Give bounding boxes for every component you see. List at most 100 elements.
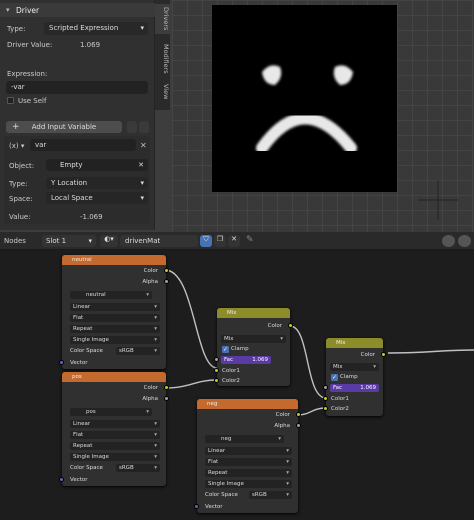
space-select[interactable]: Local Space ▾ <box>46 192 148 204</box>
output-color-label: Color <box>267 323 282 329</box>
chevron-down-icon: ▾ <box>6 6 10 14</box>
object-field[interactable]: Empty ✕ <box>46 159 148 171</box>
output-alpha-socket[interactable] <box>296 423 301 428</box>
node-pos[interactable]: pos Color Alpha pos Linear Flat Repeat S… <box>59 372 169 486</box>
var-type-select[interactable]: Y Location ▾ <box>46 177 148 189</box>
node-neg[interactable]: neg Color Alpha neg Linear Flat Repeat S… <box>194 399 301 513</box>
output-color-socket[interactable] <box>296 412 301 417</box>
output-alpha-socket[interactable] <box>164 279 169 284</box>
fac-field[interactable]: Fac 1.069 <box>330 384 379 392</box>
close-icon[interactable]: ✕ <box>138 159 144 171</box>
input-vector-socket[interactable] <box>194 504 199 509</box>
clamp-checkbox[interactable]: ✓ <box>222 346 229 353</box>
node-neutral[interactable]: neutral Color Alpha neutral Linear Flat … <box>59 255 169 369</box>
interpolation-select[interactable]: Linear <box>205 447 292 455</box>
output-color-label: Color <box>143 385 158 391</box>
variable-type-icon[interactable]: (x) ▾ <box>9 142 24 150</box>
pin-icon[interactable]: ✎ <box>246 235 254 245</box>
copy-vars-button[interactable] <box>127 121 137 133</box>
color-space-select[interactable]: sRGB <box>116 347 160 355</box>
color-space-label: Color Space <box>70 465 103 471</box>
output-color-label: Color <box>143 268 158 274</box>
output-alpha-label: Alpha <box>274 423 290 429</box>
fac-value: 1.069 <box>252 357 268 363</box>
node-header[interactable]: neutral <box>62 255 166 265</box>
output-color-socket[interactable] <box>164 385 169 390</box>
shading-icon[interactable] <box>458 235 471 247</box>
projection-select[interactable]: Flat <box>70 431 160 439</box>
image-select[interactable]: neg <box>205 435 284 443</box>
input-vector-label: Vector <box>205 504 223 510</box>
color2-label: Color2 <box>331 406 349 412</box>
material-name-input[interactable]: drivenMat <box>120 235 198 247</box>
output-alpha-socket[interactable] <box>164 396 169 401</box>
source-select[interactable]: Single Image <box>70 336 160 344</box>
chevron-down-icon: ▾ <box>88 237 92 245</box>
add-input-variable-button[interactable]: + Add Input Variable <box>6 121 122 133</box>
paste-vars-button[interactable] <box>139 121 149 133</box>
color-space-select[interactable]: sRGB <box>116 464 160 472</box>
shield-icon[interactable]: ⛉ <box>200 235 212 247</box>
projection-select[interactable]: Flat <box>205 458 292 466</box>
input-color2-socket[interactable] <box>214 378 219 383</box>
link-neutral-mix1 <box>164 269 218 369</box>
input-fac-socket[interactable] <box>214 357 219 362</box>
input-color1-socket[interactable] <box>214 368 219 373</box>
tab-modifiers[interactable]: Modifiers <box>155 40 170 78</box>
fac-label: Fac <box>333 385 343 391</box>
output-color-socket[interactable] <box>381 352 386 357</box>
overlay-icon[interactable] <box>442 235 455 247</box>
slot-select[interactable]: Slot 1 ▾ <box>42 235 96 247</box>
color-space-label: Color Space <box>205 492 238 498</box>
tab-drivers[interactable]: Drivers <box>155 4 170 34</box>
input-color1-socket[interactable] <box>323 396 328 401</box>
material-browse-button[interactable]: ◐▾ <box>100 235 118 247</box>
extension-select[interactable]: Repeat <box>205 469 292 477</box>
projection-select[interactable]: Flat <box>70 314 160 322</box>
image-select[interactable]: neutral <box>70 291 152 299</box>
blend-mode-select[interactable]: Mix <box>221 335 286 343</box>
source-select[interactable]: Single Image <box>205 480 292 488</box>
close-icon[interactable]: ✕ <box>228 235 240 247</box>
use-self-checkbox[interactable] <box>7 97 14 104</box>
extension-select[interactable]: Repeat <box>70 442 160 450</box>
node-mix-2[interactable]: Mix Color Mix ✓ Clamp Fac 1.069 Color1 Co… <box>323 338 386 416</box>
node-header[interactable]: Mix <box>217 308 290 318</box>
blend-mode-select[interactable]: Mix <box>330 363 379 371</box>
color2-label: Color2 <box>222 378 240 384</box>
copy-icon[interactable]: ❐ <box>214 235 226 247</box>
extension-select[interactable]: Repeat <box>70 325 160 333</box>
driver-header[interactable]: ▾ Driver <box>0 3 155 17</box>
node-mix-1[interactable]: Mix Color Mix ✓ Clamp Fac 1.069 Color1 Co… <box>214 308 293 386</box>
source-select[interactable]: Single Image <box>70 453 160 461</box>
tab-view[interactable]: View <box>155 82 170 102</box>
image-select[interactable]: pos <box>70 408 152 416</box>
color-space-select[interactable]: sRGB <box>249 491 292 499</box>
input-fac-socket[interactable] <box>323 385 328 390</box>
input-vector-socket[interactable] <box>59 477 64 482</box>
face-preview <box>212 5 397 192</box>
use-self-label: Use Self <box>18 97 47 105</box>
type-label: Type: <box>7 25 26 33</box>
node-header[interactable]: Mix <box>326 338 383 348</box>
nodes-menu[interactable]: Nodes <box>4 237 26 245</box>
node-header[interactable]: pos <box>62 372 166 382</box>
type-select-value: Scripted Expression <box>49 24 119 32</box>
node-editor[interactable]: neutral Color Alpha neutral Linear Flat … <box>0 250 474 520</box>
node-header[interactable]: neg <box>197 399 298 409</box>
output-color-socket[interactable] <box>164 268 169 273</box>
output-color-socket[interactable] <box>288 323 293 328</box>
input-vector-socket[interactable] <box>59 360 64 365</box>
color-space-label: Color Space <box>70 348 103 354</box>
link-pos-mix1 <box>164 379 218 389</box>
fac-field[interactable]: Fac 1.069 <box>221 356 271 364</box>
close-icon[interactable]: ✕ <box>140 141 147 150</box>
node-editor-header: Nodes Slot 1 ▾ ◐▾ drivenMat ⛉ ❐ ✕ ✎ <box>0 232 474 250</box>
input-color2-socket[interactable] <box>323 406 328 411</box>
clamp-checkbox[interactable]: ✓ <box>331 374 338 381</box>
type-select[interactable]: Scripted Expression ▾ <box>44 22 148 35</box>
expression-input[interactable]: -var <box>6 81 148 94</box>
interpolation-select[interactable]: Linear <box>70 420 160 428</box>
variable-name-input[interactable]: var <box>30 139 136 151</box>
interpolation-select[interactable]: Linear <box>70 303 160 311</box>
